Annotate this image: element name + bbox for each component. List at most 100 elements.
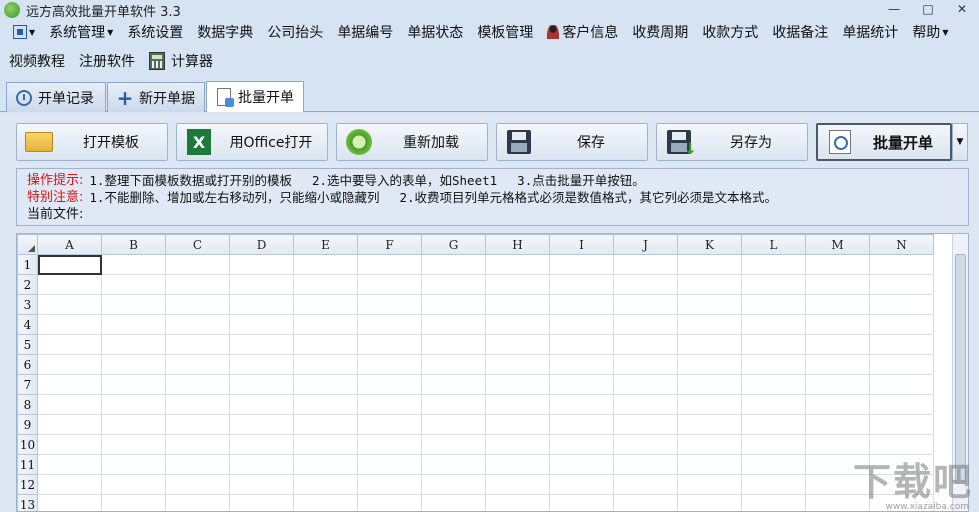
sheet-cell[interactable] [421, 294, 486, 315]
sheet-cell[interactable] [293, 274, 358, 295]
sheet-cell[interactable] [101, 334, 166, 355]
sheet-cell[interactable] [613, 314, 678, 335]
sheet-cell[interactable] [805, 294, 870, 315]
sheet-cell[interactable] [677, 334, 742, 355]
sheet-cell[interactable] [101, 494, 166, 511]
row-header[interactable]: 1 [17, 254, 38, 275]
sheet-cell[interactable] [229, 454, 294, 475]
sheet-cell[interactable] [869, 334, 934, 355]
sheet-cell[interactable] [549, 454, 614, 475]
sheet-cell[interactable] [421, 474, 486, 495]
sheet-cell[interactable] [357, 254, 422, 275]
sheet-cell[interactable] [869, 394, 934, 415]
sheet-cell[interactable] [293, 434, 358, 455]
sheet-cell[interactable] [485, 394, 550, 415]
menu-data-dictionary[interactable]: 数据字典 [190, 21, 260, 43]
row-header[interactable]: 12 [17, 474, 38, 495]
sheet-cell[interactable] [805, 394, 870, 415]
sheet-cell[interactable] [421, 334, 486, 355]
sheet-cell[interactable] [677, 294, 742, 315]
sheet-cell[interactable] [165, 334, 230, 355]
sheet-cell[interactable] [421, 494, 486, 511]
menu-register-software[interactable]: 注册软件 [72, 50, 142, 72]
sheet-cell[interactable] [741, 374, 806, 395]
sheet-cell[interactable] [37, 274, 102, 295]
sheet-cell[interactable] [677, 494, 742, 511]
sheet-cell[interactable] [37, 294, 102, 315]
sheet-cell[interactable] [613, 434, 678, 455]
sheet-cell[interactable] [805, 314, 870, 335]
sheet-cell[interactable] [293, 394, 358, 415]
menu-template-management[interactable]: 模板管理 [470, 21, 540, 43]
sheet-cell[interactable] [741, 354, 806, 375]
sheet-cell[interactable] [869, 354, 934, 375]
sheet-cell[interactable] [677, 374, 742, 395]
sheet-cell[interactable] [485, 314, 550, 335]
sheet-cell[interactable] [613, 414, 678, 435]
sheet-cell[interactable] [37, 394, 102, 415]
sheet-cell[interactable] [357, 394, 422, 415]
sheet-cell[interactable] [741, 494, 806, 511]
sheet-cell[interactable] [613, 294, 678, 315]
sheet-cell[interactable] [165, 314, 230, 335]
open-with-office-button[interactable]: X 用Office打开 [176, 123, 328, 161]
row-header[interactable]: 13 [17, 494, 38, 511]
sheet-cell[interactable] [485, 434, 550, 455]
column-header[interactable]: H [485, 234, 550, 255]
sheet-cell[interactable] [549, 254, 614, 275]
row-header[interactable]: 9 [17, 414, 38, 435]
sheet-cell[interactable] [613, 474, 678, 495]
sheet-cell[interactable] [741, 434, 806, 455]
sheet-cell[interactable] [293, 374, 358, 395]
sheet-cell[interactable] [485, 414, 550, 435]
sheet-cell[interactable] [741, 414, 806, 435]
sheet-cell[interactable] [613, 354, 678, 375]
sheet-cell[interactable] [421, 434, 486, 455]
sheet-cell[interactable] [421, 354, 486, 375]
sheet-cell[interactable] [613, 254, 678, 275]
sheet-cell[interactable] [485, 274, 550, 295]
sheet-cell[interactable] [37, 414, 102, 435]
sheet-cell[interactable] [357, 414, 422, 435]
sheet-cell[interactable] [229, 334, 294, 355]
sheet-cell[interactable] [357, 454, 422, 475]
menu-receipt-notes[interactable]: 收据备注 [765, 21, 835, 43]
sheet-cell[interactable] [421, 254, 486, 275]
menu-customer-info[interactable]: 客户信息 [540, 21, 625, 43]
sheet-cell[interactable] [165, 394, 230, 415]
sheet-cell[interactable] [293, 334, 358, 355]
sheet-cell[interactable] [229, 494, 294, 511]
sheet-cell[interactable] [805, 414, 870, 435]
sheet-cell[interactable] [101, 354, 166, 375]
sheet-cell[interactable] [165, 374, 230, 395]
tab-billing-records[interactable]: 开单记录 [6, 82, 106, 112]
sheet-cell[interactable] [421, 314, 486, 335]
sheet-cell[interactable] [677, 474, 742, 495]
sheet-cell[interactable] [293, 254, 358, 275]
sheet-cell[interactable] [229, 274, 294, 295]
sheet-cell[interactable] [229, 314, 294, 335]
sheet-cell[interactable] [485, 294, 550, 315]
sheet-cell[interactable] [229, 434, 294, 455]
sheet-cell[interactable] [485, 334, 550, 355]
sheet-cell[interactable] [101, 394, 166, 415]
sheet-cell[interactable] [357, 294, 422, 315]
sheet-cell[interactable] [613, 454, 678, 475]
sheet-cell[interactable] [229, 254, 294, 275]
sheet-cell[interactable] [293, 454, 358, 475]
sheet-cell[interactable] [165, 254, 230, 275]
batch-billing-dropdown-button[interactable]: ▼ [952, 123, 968, 161]
sheet-cell[interactable] [549, 294, 614, 315]
sheet-cell[interactable] [101, 374, 166, 395]
sheet-cell[interactable] [101, 294, 166, 315]
column-header[interactable]: A [37, 234, 102, 255]
sheet-cell[interactable] [357, 374, 422, 395]
save-as-button[interactable]: ↓ 另存为 [656, 123, 808, 161]
column-header[interactable]: E [293, 234, 358, 255]
sheet-cell[interactable] [741, 294, 806, 315]
sheet-cell[interactable] [677, 414, 742, 435]
sheet-cell[interactable] [485, 474, 550, 495]
sheet-cell[interactable] [37, 374, 102, 395]
sheet-cell[interactable] [549, 394, 614, 415]
sheet-cell[interactable] [613, 394, 678, 415]
